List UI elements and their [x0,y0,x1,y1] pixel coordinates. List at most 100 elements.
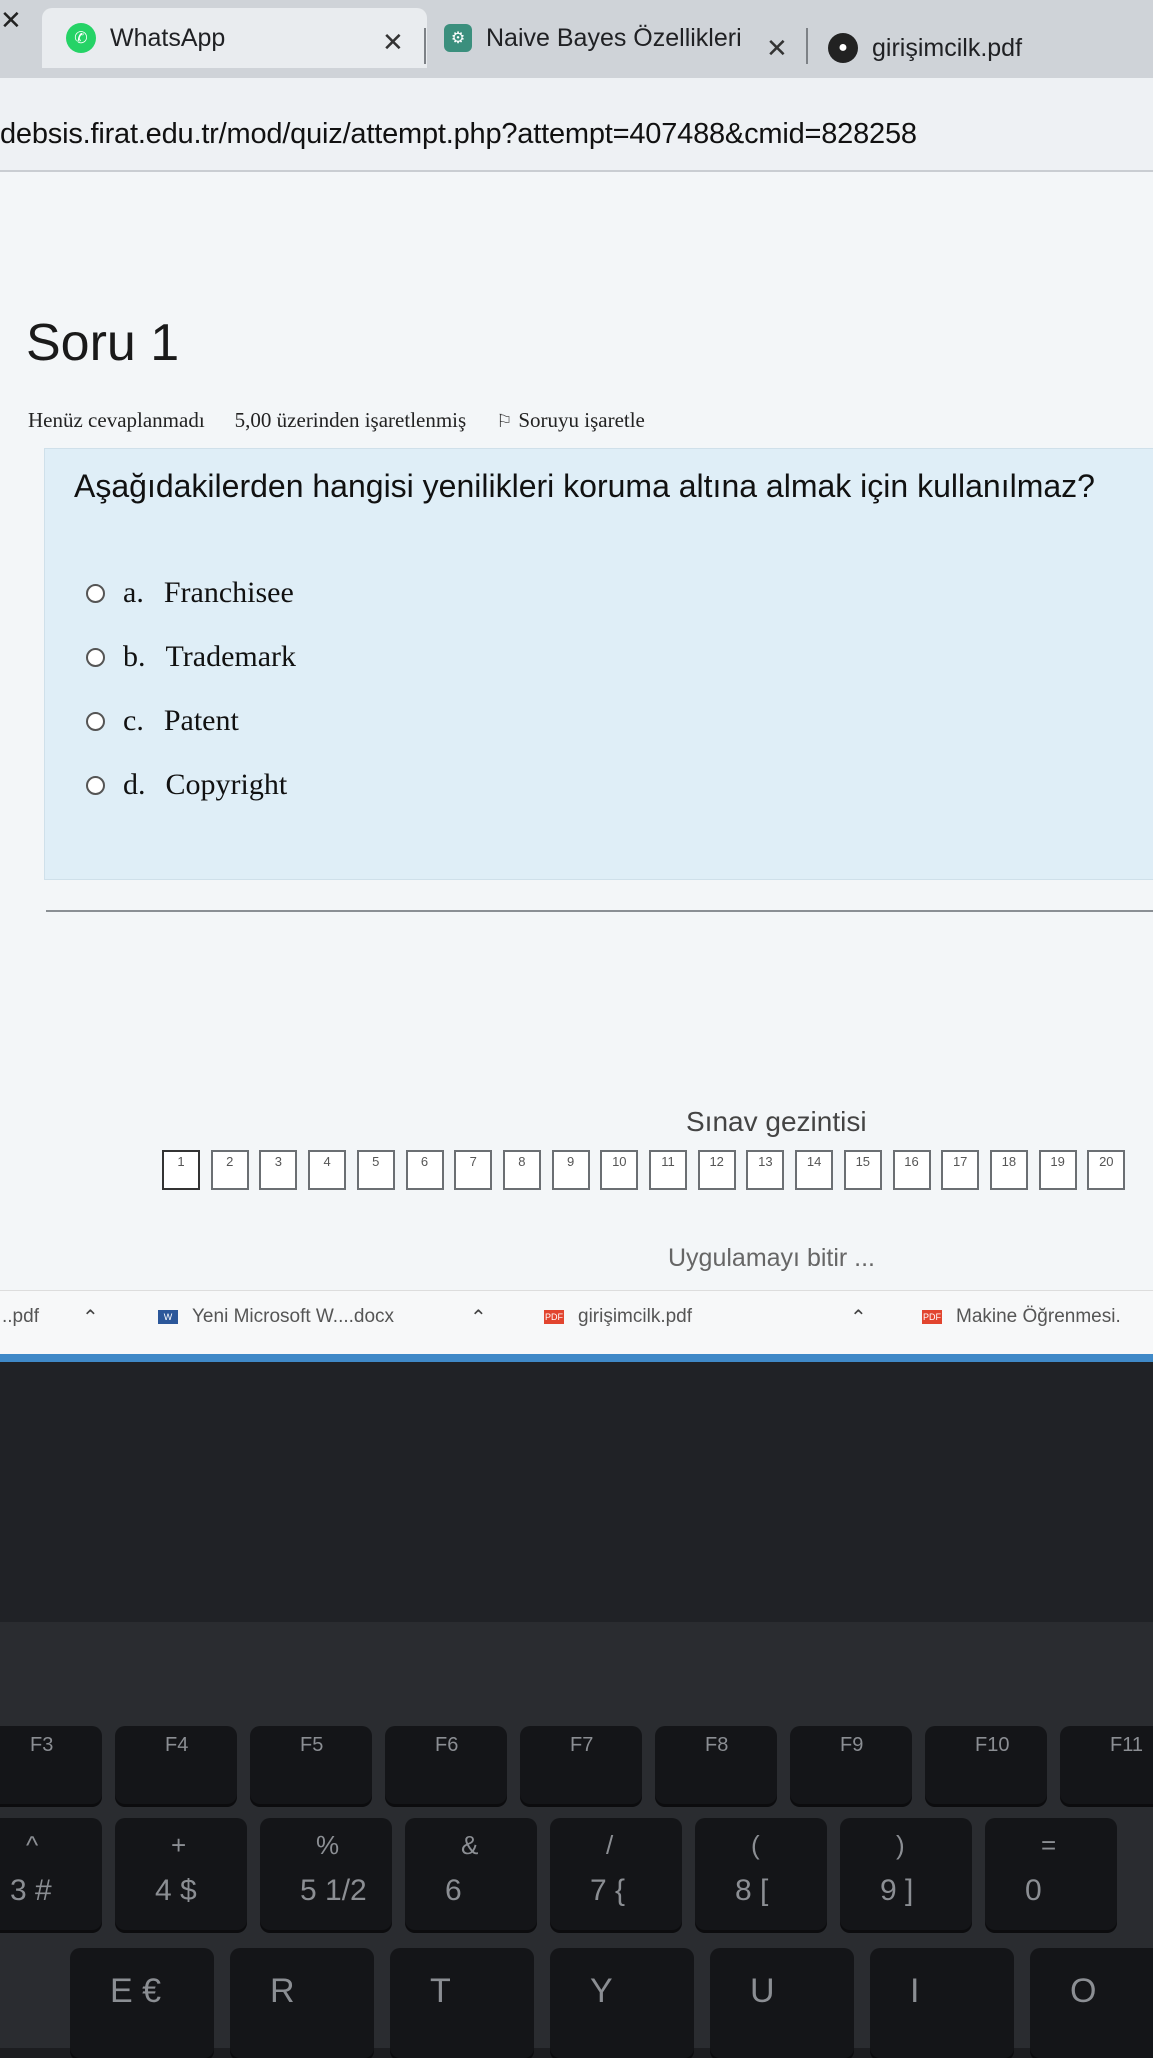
chevron-up-icon[interactable]: ⌃ [82,1305,99,1330]
download-item[interactable]: PDF girişimcilk.pdf ⌃ [544,1306,867,1329]
flag-label: Soruyu işaretle [518,408,645,432]
key-label: 3 # [10,1874,52,1907]
key-label: R [270,1972,295,2010]
key-label: F7 [570,1734,594,1756]
flag-icon: ⚐ [496,411,513,432]
key-label: F6 [435,1734,459,1756]
pdf-file-icon: PDF [922,1310,942,1324]
key-label: F8 [705,1734,729,1756]
flag-question-link[interactable]: ⚐ Soruyu işaretle [496,408,645,433]
letter-key: O [1030,1948,1153,2058]
key-label: F10 [975,1734,1010,1756]
key-label: I [910,1972,920,2010]
key-label: / [606,1830,614,1860]
download-name: Makine Öğrenmesi. [956,1306,1121,1327]
tab-girisimcilik-pdf[interactable]: ● girişimcilk.pdf [828,18,1148,78]
question-nav-button[interactable]: 20 [1087,1150,1126,1190]
radio-button[interactable] [86,647,105,667]
question-nav-button[interactable]: 11 [649,1150,687,1190]
number-key: % 5 1/2 [260,1818,392,1930]
close-icon[interactable]: ✕ [0,6,22,36]
download-name: girişimcilk.pdf [578,1306,693,1327]
finish-attempt-link[interactable]: Uygulamayı bitir ... [668,1244,875,1273]
option-text: Copyright [165,768,288,801]
tab-whatsapp[interactable]: ✆ WhatsApp ✕ [42,8,427,68]
option-a[interactable]: a. Franchisee [86,576,294,610]
question-nav-button[interactable]: 9 [551,1150,590,1190]
function-key: F9 [790,1726,912,1804]
question-nav-button[interactable]: 17 [941,1150,980,1190]
option-letter: c. [123,704,144,737]
tab-title: WhatsApp [110,23,226,52]
radio-button[interactable] [86,583,105,603]
tab-title: girişimcilk.pdf [872,33,1023,62]
close-tab-icon[interactable]: ✕ [766,34,788,64]
download-name: Yeni Microsoft W....docx [192,1306,395,1327]
option-text: Trademark [165,640,297,673]
close-tab-icon[interactable]: ✕ [382,28,404,58]
question-nav-button[interactable]: 10 [600,1150,639,1190]
question-nav-button[interactable]: 1 [162,1150,200,1190]
number-key: & 6 [405,1818,537,1930]
question-nav-button[interactable]: 5 [356,1150,395,1190]
download-item[interactable]: ..pdf ⌃ [2,1306,99,1329]
letter-key: Y [550,1948,694,2058]
key-label: T [430,1972,451,2010]
chevron-up-icon[interactable]: ⌃ [850,1305,867,1330]
key-label: ) [896,1830,905,1860]
option-c[interactable]: c. Patent [86,704,239,738]
question-nav-button[interactable]: 16 [892,1150,931,1190]
question-nav-button[interactable]: 2 [210,1150,249,1190]
option-text: Patent [163,704,239,737]
key-label: 4 $ [155,1874,197,1907]
function-key: F7 [520,1726,642,1804]
question-nav-button[interactable]: 14 [795,1150,834,1190]
radio-button[interactable] [86,711,105,731]
question-nav-button[interactable]: 3 [259,1150,298,1190]
function-key: F3 [0,1726,102,1804]
question-title: Soru 1 [26,314,180,372]
option-b[interactable]: b. Trademark [86,640,296,674]
key-label: E € [110,1972,162,2010]
status-text: Henüz cevaplanmadı [28,408,205,432]
number-key: (8 [ [695,1818,827,1930]
question-nav-button[interactable]: 6 [405,1150,444,1190]
number-key: / 7 { [550,1818,682,1930]
key-label: Y [590,1972,613,2010]
question-text: Aşağıdakilerden hangisi yenilikleri koru… [74,468,1095,504]
question-nav-button[interactable]: 4 [308,1150,347,1190]
option-letter: d. [123,768,146,801]
question-info: Henüz cevaplanmadı 5,00 üzerinden işaret… [28,408,645,433]
download-item[interactable]: PDF Makine Öğrenmesi. [922,1306,1121,1328]
key-label: F3 [30,1734,54,1756]
question-nav-button[interactable]: 7 [454,1150,493,1190]
key-label: ( [751,1830,760,1860]
letter-key: T [390,1948,534,2058]
marks-text: 5,00 üzerinden işaretlenmiş [234,408,467,432]
section-divider [46,910,1153,912]
whatsapp-icon: ✆ [66,23,96,53]
openai-icon: ⚙ [444,24,472,52]
option-letter: a. [123,576,144,609]
question-nav-button[interactable]: 19 [1038,1150,1077,1190]
question-nav-button[interactable]: 8 [502,1150,541,1190]
key-label: O [1070,1972,1097,2010]
number-key: ^ 3 # [0,1818,102,1930]
radio-button[interactable] [86,775,105,795]
key-label: % [316,1830,340,1860]
chevron-up-icon[interactable]: ⌃ [470,1305,487,1330]
tab-naive-bayes[interactable]: ⚙ Naive Bayes Özellikleri ✕ [444,8,814,68]
question-nav-button[interactable]: 18 [989,1150,1028,1190]
question-nav-button[interactable]: 12 [697,1150,736,1190]
question-nav-button[interactable]: 13 [746,1150,785,1190]
option-letter: b. [123,640,146,673]
number-key: +4 $ [115,1818,247,1930]
download-item[interactable]: W Yeni Microsoft W....docx ⌃ [158,1306,487,1329]
key-label: + [171,1830,187,1860]
question-nav-button[interactable]: 15 [843,1150,882,1190]
option-d[interactable]: d. Copyright [86,768,287,802]
key-label: F11 [1110,1734,1143,1756]
letter-key: E € [70,1948,214,2058]
function-key: F8 [655,1726,777,1804]
url-text[interactable]: debsis.firat.edu.tr/mod/quiz/attempt.php… [0,118,917,151]
